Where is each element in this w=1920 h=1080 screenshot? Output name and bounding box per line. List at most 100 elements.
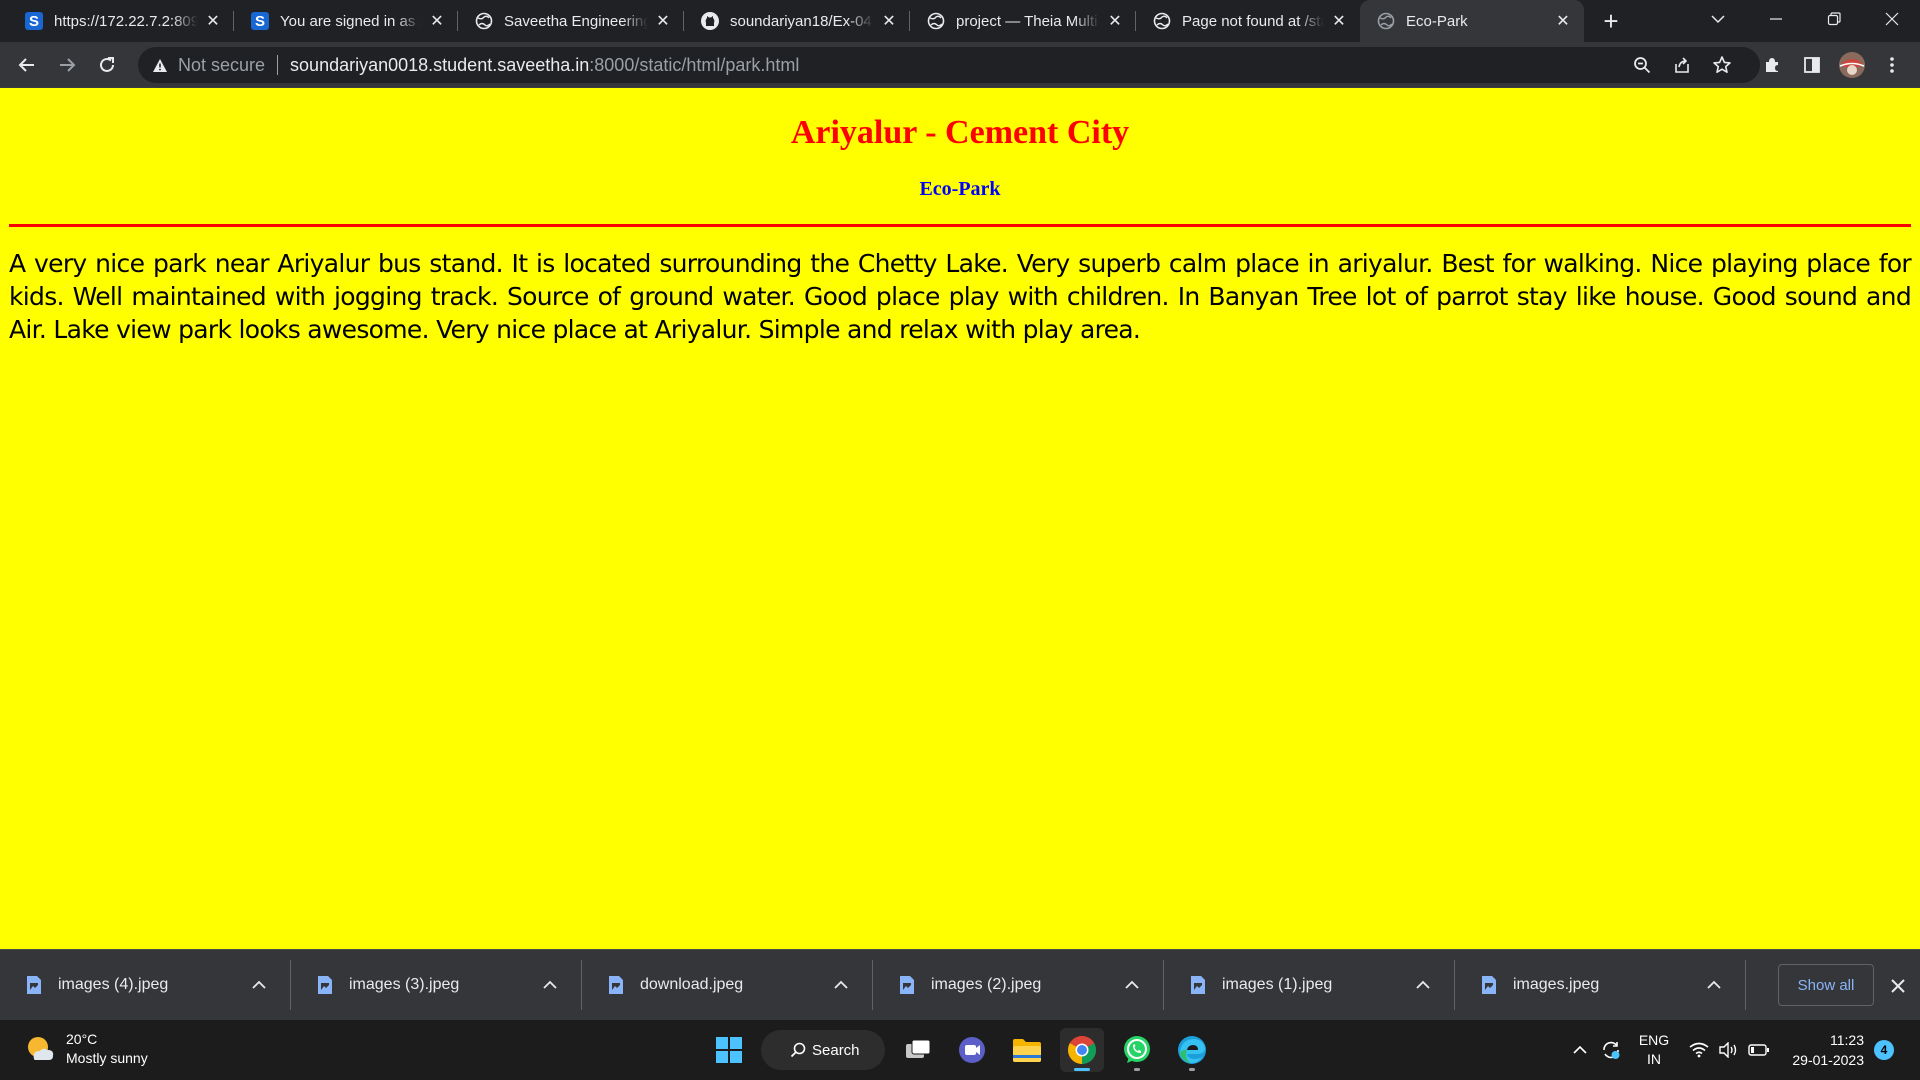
- close-tab-icon[interactable]: ✕: [204, 12, 222, 30]
- chrome-taskbar-icon[interactable]: [1060, 1028, 1104, 1072]
- tab-5[interactable]: project — Theia Multi-Language ✕: [910, 0, 1136, 42]
- extensions-icon[interactable]: [1756, 49, 1788, 81]
- search-icon: [790, 1042, 806, 1058]
- close-tab-icon[interactable]: ✕: [1554, 12, 1572, 30]
- download-filename: images (1).jpeg: [1222, 976, 1333, 993]
- tab-3[interactable]: Saveetha Engineering College ✕: [458, 0, 684, 42]
- download-item[interactable]: images.jpeg: [1455, 950, 1746, 1020]
- forward-button[interactable]: [51, 49, 83, 81]
- browser-menu-icon[interactable]: [1876, 49, 1908, 81]
- weather-temp: 20°C: [66, 1031, 98, 1047]
- chevron-up-icon[interactable]: [1413, 975, 1433, 995]
- warning-icon[interactable]: [150, 55, 170, 75]
- tab-7-active[interactable]: Eco-Park ✕: [1360, 0, 1584, 42]
- s-favicon: S: [24, 11, 44, 31]
- chevron-up-icon[interactable]: [1122, 975, 1142, 995]
- tab-1[interactable]: S https://172.22.7.2:8090/ ✕: [8, 0, 234, 42]
- tab-2[interactable]: S You are signed in as 212 ✕: [234, 0, 458, 42]
- wifi-icon[interactable]: [1686, 1020, 1712, 1080]
- windows-start-icon[interactable]: [707, 1028, 751, 1072]
- windows-taskbar: 20°C Mostly sunny Search ENG IN 11:23 29…: [0, 1020, 1920, 1080]
- image-file-icon: [27, 976, 41, 994]
- close-tab-icon[interactable]: ✕: [654, 12, 672, 30]
- url-path: :8000/static/html/park.html: [589, 54, 800, 75]
- download-shelf: images (4).jpeg images (3).jpeg download…: [0, 949, 1920, 1020]
- sync-icon[interactable]: [1596, 1020, 1626, 1080]
- bookmark-star-icon[interactable]: [1706, 49, 1738, 81]
- globe-icon: [474, 11, 494, 31]
- download-filename: images (2).jpeg: [931, 976, 1042, 993]
- tab-6[interactable]: Page not found at /static ✕: [1136, 0, 1360, 42]
- chevron-up-icon[interactable]: [540, 975, 560, 995]
- globe-icon: [1376, 11, 1396, 31]
- url-host: soundariyan0018.student.saveetha.in: [290, 54, 590, 75]
- image-file-icon: [318, 976, 332, 994]
- address-bar[interactable]: Not secure soundariyan0018.student.savee…: [138, 47, 1760, 83]
- weather-sun-icon: [24, 1033, 56, 1065]
- chevron-up-icon[interactable]: [1704, 975, 1724, 995]
- chevron-up-icon[interactable]: [1568, 1020, 1592, 1080]
- volume-icon[interactable]: [1716, 1020, 1742, 1080]
- clock-time: 11:23: [1830, 1032, 1864, 1048]
- share-icon[interactable]: [1666, 49, 1698, 81]
- show-all-button[interactable]: Show all: [1778, 964, 1874, 1006]
- web-page: Ariyalur - Cement City Eco-Park A very n…: [0, 88, 1920, 949]
- park-description: A very nice park near Ariyalur bus stand…: [9, 249, 1912, 344]
- tab-title: Page not found at /static: [1182, 12, 1324, 30]
- download-filename: images (4).jpeg: [58, 976, 169, 993]
- side-panel-icon[interactable]: [1796, 49, 1828, 81]
- close-tab-icon[interactable]: ✕: [428, 12, 446, 30]
- teams-chat-icon[interactable]: [950, 1028, 994, 1072]
- globe-icon: [926, 11, 946, 31]
- chevron-up-icon[interactable]: [249, 975, 269, 995]
- close-tab-icon[interactable]: ✕: [1106, 12, 1124, 30]
- github-icon: [700, 11, 720, 31]
- minimize-button[interactable]: [1748, 0, 1804, 38]
- close-tab-icon[interactable]: ✕: [1330, 12, 1348, 30]
- tab-search-icon[interactable]: [1690, 0, 1746, 38]
- download-filename: images (3).jpeg: [349, 976, 460, 993]
- edge-icon[interactable]: [1170, 1028, 1214, 1072]
- image-file-icon: [1482, 976, 1496, 994]
- tab-title: You are signed in as 212: [280, 12, 422, 30]
- s-favicon: S: [250, 11, 270, 31]
- chevron-up-icon[interactable]: [831, 975, 851, 995]
- close-window-button[interactable]: [1864, 0, 1920, 38]
- browser-toolbar: Not secure soundariyan0018.student.savee…: [0, 42, 1920, 88]
- download-item[interactable]: images (2).jpeg: [873, 950, 1164, 1020]
- download-filename: images.jpeg: [1513, 976, 1600, 993]
- image-file-icon: [1191, 976, 1205, 994]
- globe-icon: [1152, 11, 1172, 31]
- language-indicator[interactable]: ENG IN: [1630, 1020, 1678, 1080]
- new-tab-button[interactable]: +: [1596, 6, 1626, 36]
- tab-title: https://172.22.7.2:8090/: [54, 12, 198, 30]
- notification-badge[interactable]: 4: [1874, 1040, 1894, 1060]
- tab-title: Eco-Park: [1406, 12, 1468, 30]
- whatsapp-icon[interactable]: [1115, 1028, 1159, 1072]
- profile-avatar[interactable]: [1836, 49, 1868, 81]
- clock-date: 29-01-2023: [1792, 1052, 1864, 1068]
- weather-widget[interactable]: 20°C Mostly sunny: [24, 1030, 148, 1068]
- security-label[interactable]: Not secure: [178, 55, 265, 76]
- download-item[interactable]: download.jpeg: [582, 950, 873, 1020]
- battery-icon[interactable]: [1746, 1020, 1772, 1080]
- search-label: Search: [812, 1041, 860, 1059]
- file-explorer-icon[interactable]: [1005, 1028, 1049, 1072]
- task-view-icon[interactable]: [896, 1028, 940, 1072]
- weather-condition: Mostly sunny: [66, 1050, 148, 1066]
- download-item[interactable]: images (4).jpeg: [0, 950, 291, 1020]
- taskbar-clock[interactable]: 11:23 29-01-2023: [1784, 1030, 1864, 1070]
- download-item[interactable]: images (1).jpeg: [1164, 950, 1455, 1020]
- tab-title: Saveetha Engineering College: [504, 12, 648, 30]
- restore-button[interactable]: [1806, 0, 1862, 38]
- tab-4[interactable]: soundariyan18/Ex-04-Cities ✕: [684, 0, 910, 42]
- back-button[interactable]: [11, 49, 43, 81]
- close-shelf-icon[interactable]: [1884, 972, 1912, 1000]
- tab-title: soundariyan18/Ex-04-Cities: [730, 12, 874, 30]
- taskbar-search[interactable]: Search: [761, 1030, 885, 1070]
- download-item[interactable]: images (3).jpeg: [291, 950, 582, 1020]
- close-tab-icon[interactable]: ✕: [880, 12, 898, 30]
- zoom-icon[interactable]: [1626, 49, 1658, 81]
- image-file-icon: [609, 976, 623, 994]
- reload-button[interactable]: [91, 49, 123, 81]
